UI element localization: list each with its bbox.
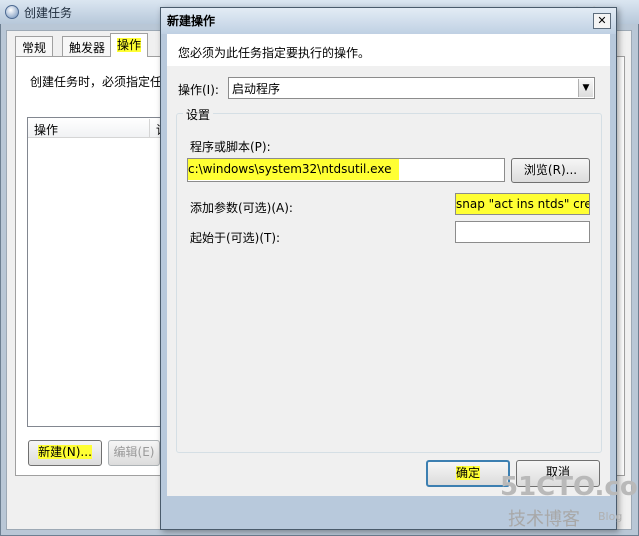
dialog-instruction: 您必须为此任务指定要执行的操作。 xyxy=(178,46,371,60)
settings-legend: 设置 xyxy=(183,106,214,123)
new-action-button[interactable]: 新建(N)... xyxy=(28,440,102,466)
args-value: snap "act ins ntds" cre xyxy=(456,194,589,214)
chevron-down-icon[interactable]: ▼ xyxy=(578,79,593,97)
create-task-instruction: 创建任务时，必须指定任 xyxy=(30,75,163,89)
create-task-title: 创建任务 xyxy=(24,6,73,20)
tab-actions-label: 操作 xyxy=(117,38,142,52)
program-value: c:\windows\system32\ntdsutil.exe xyxy=(188,159,400,180)
browse-button[interactable]: 浏览(R)... xyxy=(511,158,590,183)
tab-actions[interactable]: 操作 xyxy=(110,33,149,57)
actions-list[interactable] xyxy=(27,117,177,427)
ok-button-label: 确定 xyxy=(455,466,480,480)
new-action-title: 新建操作 xyxy=(167,14,216,28)
action-type-label: 操作(I): xyxy=(178,83,219,97)
tab-general[interactable]: 常规 xyxy=(15,36,54,56)
task-scheduler-icon xyxy=(5,5,19,19)
tab-triggers[interactable]: 触发器 xyxy=(62,36,113,56)
program-label: 程序或脚本(P): xyxy=(190,140,271,154)
column-header-action[interactable]: 操作 xyxy=(34,121,58,138)
close-icon[interactable]: ✕ xyxy=(593,13,611,29)
action-type-select[interactable] xyxy=(228,77,595,99)
start-in-input[interactable] xyxy=(455,221,590,243)
edit-action-button[interactable]: 编辑(E) xyxy=(108,440,160,466)
column-separator[interactable] xyxy=(149,119,150,137)
new-action-titlebar[interactable] xyxy=(161,8,616,34)
action-type-value: 启动程序 xyxy=(232,82,281,96)
watermark-blog-en: Blog xyxy=(598,510,623,523)
new-action-label: 新建(N)... xyxy=(38,445,92,459)
watermark-blog-cn: 技术博客 xyxy=(508,509,580,530)
ok-button[interactable]: 确定 xyxy=(426,460,510,487)
args-label: 添加参数(可选)(A): xyxy=(190,201,293,215)
start-in-label: 起始于(可选)(T): xyxy=(190,231,281,245)
watermark-site: 51CTO.com xyxy=(500,472,639,502)
